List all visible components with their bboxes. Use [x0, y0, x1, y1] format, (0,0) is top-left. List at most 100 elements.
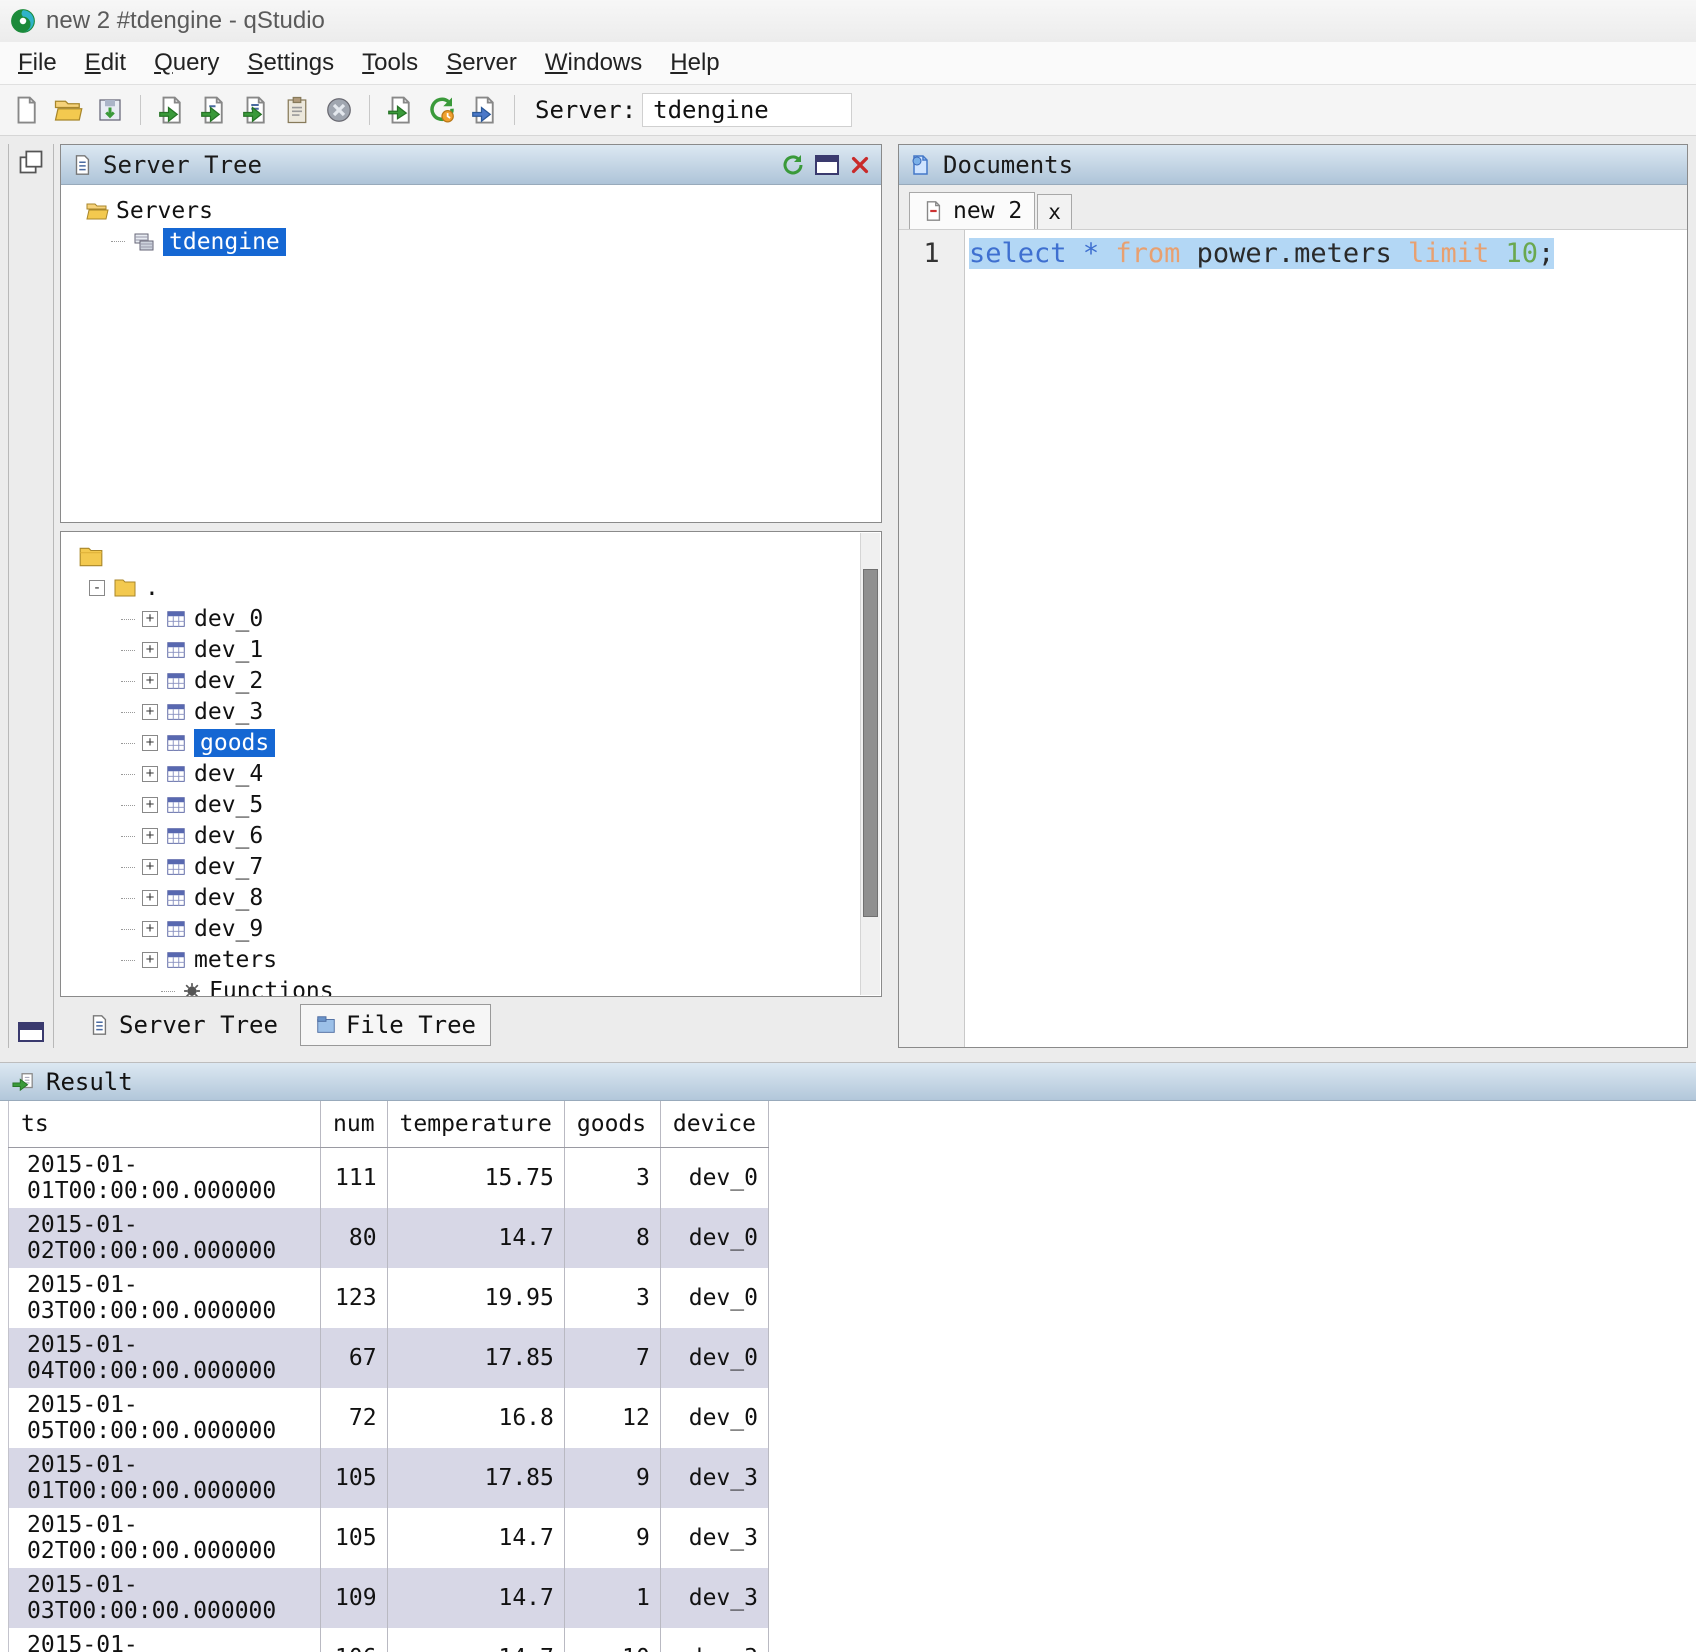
tab-server-tree[interactable]: Server Tree: [74, 1005, 292, 1045]
paste-icon[interactable]: [279, 92, 315, 128]
tab-close-button[interactable]: x: [1037, 194, 1072, 229]
result-row[interactable]: 2015-01-04T00:00:00.00000010614.710dev_3: [9, 1628, 769, 1652]
new-file-icon[interactable]: [8, 92, 44, 128]
tree-item-label: dev_1: [194, 637, 263, 663]
server-tree-panel-icon: [71, 154, 93, 176]
result-row[interactable]: 2015-01-01T00:00:00.00000011115.753dev_0: [9, 1148, 769, 1209]
menu-help[interactable]: Help: [656, 45, 733, 81]
folder-icon: [77, 544, 105, 570]
tree-item-dev_0[interactable]: +dev_0: [121, 604, 873, 635]
scrollbar-thumb[interactable]: [863, 569, 878, 917]
refresh-icon[interactable]: [781, 153, 805, 177]
result-row[interactable]: 2015-01-05T00:00:00.0000007216.812dev_0: [9, 1388, 769, 1448]
tree-item-label: dev_4: [194, 761, 263, 787]
stop-icon[interactable]: [321, 92, 357, 128]
tree-item-dev_4[interactable]: + dev_4: [121, 759, 873, 790]
result-row[interactable]: 2015-01-03T00:00:00.00000010914.71dev_3: [9, 1568, 769, 1628]
expand-icon[interactable]: +: [142, 704, 158, 720]
result-row[interactable]: 2015-01-01T00:00:00.00000010517.859dev_3: [9, 1448, 769, 1508]
tree-item-dev_6[interactable]: +dev_6: [121, 821, 873, 852]
tab-new-2[interactable]: new 2: [909, 192, 1035, 229]
run-query-icon[interactable]: [153, 92, 189, 128]
toolbar-separator: [140, 95, 141, 125]
tree-item-dev_2[interactable]: +dev_2: [121, 666, 873, 697]
tree-item-dot-root[interactable]: - .: [89, 573, 873, 604]
app-logo-icon: [10, 8, 36, 34]
table-icon: [165, 918, 187, 940]
expand-icon[interactable]: +: [142, 797, 158, 813]
code-area[interactable]: select * from power.meters limit 10;: [965, 230, 1687, 1047]
table-icon: [165, 608, 187, 630]
close-icon[interactable]: [849, 154, 871, 176]
sql-token-plain: power.meters: [1180, 238, 1408, 269]
tree-item-servers[interactable]: Servers: [85, 195, 873, 226]
cell-device: dev_0: [660, 1328, 768, 1388]
menu-tools[interactable]: Tools: [348, 45, 432, 81]
folder-icon: [112, 576, 138, 600]
tree-item-goods[interactable]: +goods: [121, 728, 873, 759]
tree-item-dev_9[interactable]: + dev_9: [121, 914, 873, 945]
menu-file[interactable]: File: [4, 45, 71, 81]
menu-server[interactable]: Server: [432, 45, 531, 81]
run-file-icon[interactable]: [237, 92, 273, 128]
right-column: Documents new 2 x 1 select * from power.…: [898, 144, 1688, 1048]
maximize-icon[interactable]: [815, 155, 839, 175]
expand-icon[interactable]: +: [142, 952, 158, 968]
expand-icon[interactable]: +: [142, 735, 158, 751]
send-query-icon[interactable]: [382, 92, 418, 128]
tree-item-functions[interactable]: Functions: [161, 976, 873, 996]
tab-file-tree[interactable]: File Tree: [300, 1004, 491, 1046]
refresh-server-icon[interactable]: [424, 92, 460, 128]
expand-icon[interactable]: +: [142, 921, 158, 937]
tree-item-tdengine[interactable]: tdengine: [111, 226, 873, 257]
cell-goods: 9: [564, 1508, 660, 1568]
table-icon: [165, 794, 187, 816]
menu-settings[interactable]: Settings: [233, 45, 348, 81]
expand-icon[interactable]: +: [142, 859, 158, 875]
result-row[interactable]: 2015-01-02T00:00:00.00000010514.79dev_3: [9, 1508, 769, 1568]
scrollbar-track[interactable]: [860, 533, 880, 995]
tree-item-dev_7[interactable]: +dev_7: [121, 852, 873, 883]
server-select[interactable]: tdengine: [642, 93, 852, 127]
tree-item-label: dev_5: [194, 792, 263, 818]
restore-windows-icon[interactable]: [17, 148, 45, 176]
tree-item-label: dev_9: [194, 916, 263, 942]
column-header-ts[interactable]: ts: [9, 1101, 321, 1148]
window-title: new 2 #tdengine - qStudio: [46, 7, 325, 35]
column-header-goods[interactable]: goods: [564, 1101, 660, 1148]
expand-icon[interactable]: +: [142, 890, 158, 906]
minimized-window-icon[interactable]: [18, 1022, 44, 1042]
tree-root-icon-row[interactable]: [77, 542, 873, 573]
column-header-num[interactable]: num: [321, 1101, 388, 1148]
tree-item-dev_3[interactable]: +dev_3: [121, 697, 873, 728]
menu-edit[interactable]: Edit: [71, 45, 140, 81]
sql-editor[interactable]: 1 select * from power.meters limit 10;: [899, 230, 1687, 1047]
column-header-temperature[interactable]: temperature: [387, 1101, 564, 1148]
export-result-icon[interactable]: [466, 92, 502, 128]
tree-item-dev_5[interactable]: + dev_5: [121, 790, 873, 821]
open-file-icon[interactable]: [50, 92, 86, 128]
menu-windows[interactable]: Windows: [531, 45, 656, 81]
expand-icon[interactable]: +: [142, 673, 158, 689]
sql-token-keyword: select: [969, 238, 1067, 269]
file-tree-body: - . +dev_0+dev_1+dev_2+dev_3+goods+dev_4…: [61, 532, 881, 996]
cell-ts: 2015-01-04T00:00:00.000000: [9, 1328, 321, 1388]
tree-item-dev_8[interactable]: +dev_8: [121, 883, 873, 914]
result-row[interactable]: 2015-01-02T00:00:00.0000008014.78dev_0: [9, 1208, 769, 1268]
table-icon: [165, 670, 187, 692]
column-header-device[interactable]: device: [660, 1101, 768, 1148]
menu-query[interactable]: Query: [140, 45, 233, 81]
tree-item-dev_1[interactable]: + dev_1: [121, 635, 873, 666]
expand-icon[interactable]: +: [142, 642, 158, 658]
tree-item-label: .: [145, 575, 159, 601]
result-row[interactable]: 2015-01-03T00:00:00.00000012319.953dev_0: [9, 1268, 769, 1328]
save-icon[interactable]: [92, 92, 128, 128]
expand-icon[interactable]: +: [142, 766, 158, 782]
tree-item-meters[interactable]: +meters: [121, 945, 873, 976]
collapse-icon[interactable]: -: [89, 580, 105, 596]
expand-icon[interactable]: +: [142, 828, 158, 844]
run-line-icon[interactable]: [195, 92, 231, 128]
result-row[interactable]: 2015-01-04T00:00:00.0000006717.857dev_0: [9, 1328, 769, 1388]
expand-icon[interactable]: +: [142, 611, 158, 627]
cell-device: dev_0: [660, 1388, 768, 1448]
